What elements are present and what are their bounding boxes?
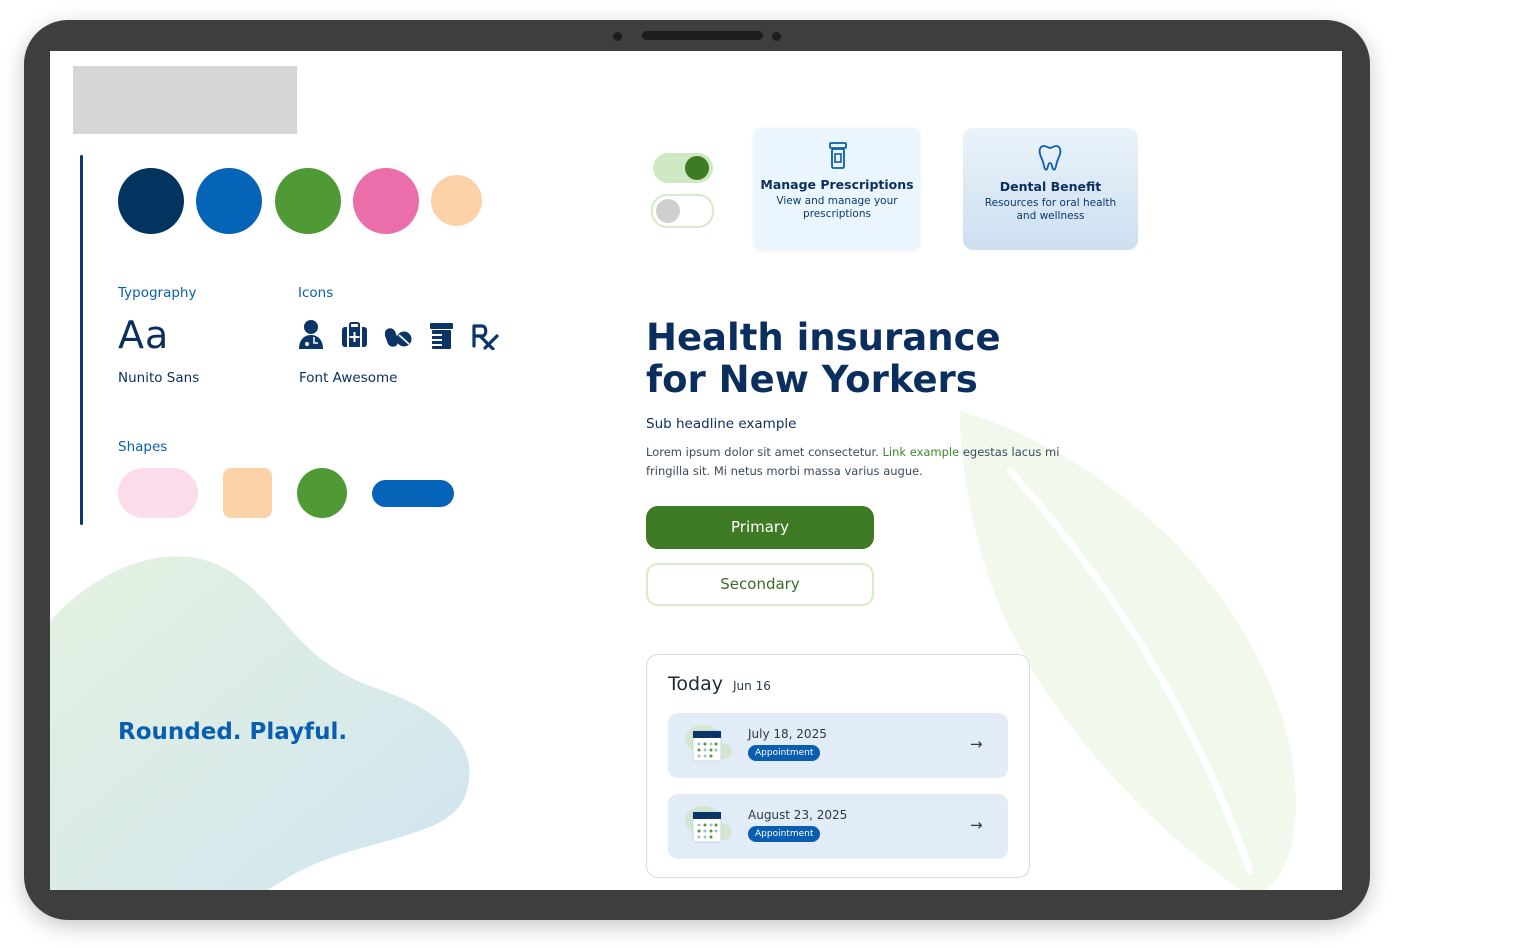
card-title: Manage Prescriptions bbox=[760, 177, 914, 192]
shape-pill-pink bbox=[118, 468, 198, 518]
card-subtitle: Resources for oral health and wellness bbox=[984, 197, 1117, 222]
tooth-icon bbox=[1038, 145, 1062, 171]
pills-icon bbox=[385, 328, 412, 347]
shape-rounded-square bbox=[223, 468, 272, 518]
typography-font-name: Nunito Sans bbox=[118, 370, 200, 386]
toggle-off[interactable] bbox=[651, 194, 714, 228]
screen: Typography Aa Nunito Sans Icons Font Awe… bbox=[50, 51, 1342, 890]
typography-sample: Aa bbox=[118, 313, 170, 357]
prescription-bottle-icon bbox=[829, 142, 847, 169]
primary-button[interactable]: Primary bbox=[646, 506, 874, 549]
swatch-blue bbox=[196, 168, 262, 234]
shape-pill-blue bbox=[372, 480, 454, 507]
arrow-right-icon[interactable]: → bbox=[970, 816, 983, 834]
icons-source: Font Awesome bbox=[299, 370, 398, 386]
sensor-dot bbox=[772, 32, 781, 41]
appointment-item[interactable]: August 23, 2025 Appointment → bbox=[668, 794, 1008, 859]
appointment-date: August 23, 2025 bbox=[748, 808, 848, 822]
hero-body: Lorem ipsum dolor sit amet consectetur. … bbox=[646, 443, 1098, 481]
icons-label: Icons bbox=[298, 285, 334, 301]
arrow-right-icon[interactable]: → bbox=[970, 735, 983, 753]
tablet-frame: Typography Aa Nunito Sans Icons Font Awe… bbox=[24, 20, 1370, 920]
card-subtitle: View and manage your prescriptions bbox=[776, 195, 898, 220]
accent-divider bbox=[80, 155, 83, 525]
today-date: Jun 16 bbox=[733, 679, 771, 693]
calendar-icon bbox=[685, 806, 732, 843]
medical-kit-icon bbox=[342, 322, 367, 347]
appointment-badge: Appointment bbox=[748, 745, 821, 761]
swatch-green bbox=[275, 168, 341, 234]
speaker-grille bbox=[642, 31, 763, 40]
hero-body-text: Lorem ipsum dolor sit amet consectetur. bbox=[646, 445, 883, 459]
appointment-item[interactable]: July 18, 2025 Appointment → bbox=[668, 713, 1008, 778]
swatch-navy bbox=[118, 168, 184, 234]
tagline: Rounded. Playful. bbox=[118, 719, 348, 745]
toggle-on[interactable] bbox=[653, 153, 713, 183]
shapes-label: Shapes bbox=[118, 439, 168, 455]
card-title: Dental Benefit bbox=[999, 179, 1102, 194]
logo-placeholder bbox=[73, 66, 297, 134]
appointment-date: July 18, 2025 bbox=[748, 727, 827, 741]
blob-decoration bbox=[50, 556, 470, 890]
hero-headline: Health insurance for New Yorkers bbox=[646, 316, 1001, 401]
appointment-badge: Appointment bbox=[748, 826, 821, 842]
prescription-icon bbox=[472, 324, 499, 350]
today-title: Today bbox=[668, 673, 723, 695]
typography-label: Typography bbox=[118, 285, 197, 301]
swatch-pink bbox=[353, 168, 419, 234]
calendar-icon bbox=[685, 725, 732, 762]
toggle-knob bbox=[656, 199, 680, 223]
card-dental-benefit[interactable]: Dental Benefit Resources for oral health… bbox=[963, 128, 1138, 250]
shape-circle bbox=[297, 468, 347, 518]
camera-dot bbox=[613, 32, 622, 41]
card-manage-prescriptions[interactable]: Manage Prescriptions View and manage you… bbox=[754, 128, 920, 250]
inline-link[interactable]: Link example bbox=[882, 445, 959, 459]
swatch-peach bbox=[431, 175, 482, 226]
user-doctor-icon bbox=[299, 320, 323, 349]
today-card: Today Jun 16 July 18, 2025 Appointment → bbox=[646, 654, 1030, 878]
prescription-bottle-icon bbox=[430, 323, 453, 349]
toggle-knob bbox=[685, 156, 709, 180]
secondary-button[interactable]: Secondary bbox=[646, 563, 874, 606]
hero-subheadline: Sub headline example bbox=[646, 416, 797, 432]
